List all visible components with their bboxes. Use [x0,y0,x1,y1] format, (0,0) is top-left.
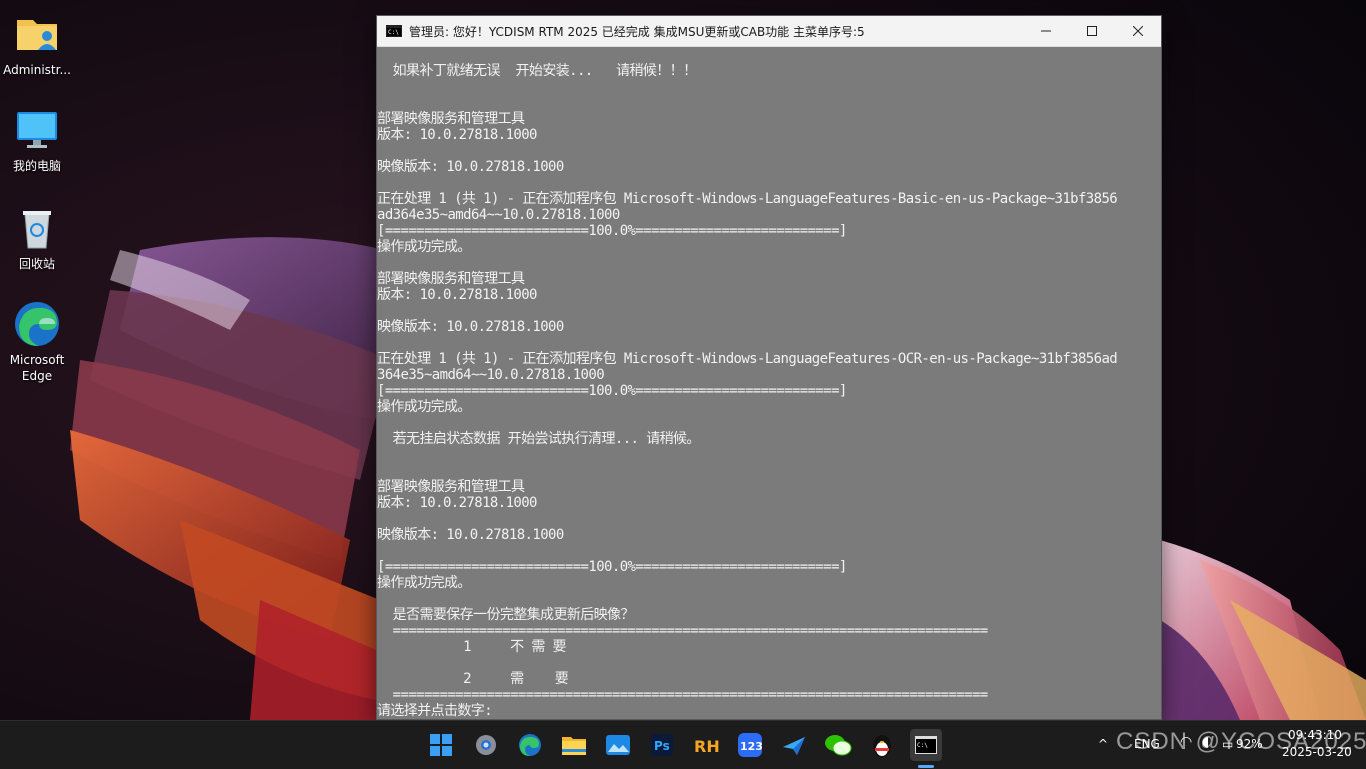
console-window[interactable]: C:\ 管理员: 您好！YCDISM RTM 2025 已经完成 集成MSU更新… [376,15,1162,720]
svg-text:C:\: C:\ [917,742,928,749]
maximize-button[interactable] [1069,16,1115,46]
console-line: 操作成功完成。 [377,399,471,415]
console-line: 版本: 10.0.27818.1000 [377,127,537,143]
console-line: 映像版本: 10.0.27818.1000 [377,527,564,543]
console-line: 2 需 要 [377,671,569,687]
photos-icon [606,735,630,755]
close-icon [1133,26,1143,36]
qq-penguin-icon [873,735,891,757]
console-line: 部署映像服务和管理工具 [377,479,525,495]
edge-icon [15,302,59,346]
computer-icon [17,112,57,148]
taskbar-settings[interactable] [470,729,502,761]
terminal-icon: C:\ [915,736,937,754]
folder-icon [562,737,586,755]
taskbar-console[interactable]: C:\ [910,729,942,761]
console-line: 是否需要保存一份完整集成更新后映像？ [377,607,635,623]
desktop-icon-label-line2: Edge [21,369,53,383]
window-title: 管理员: 您好！YCDISM RTM 2025 已经完成 集成MSU更新或CAB… [409,24,865,39]
console-line: 正在处理 1 (共 1) - 正在添加程序包 Microsoft-Windows… [377,351,1118,367]
console-line: 如果补丁就绪无误 开始安装... 请稍候！！！ [377,63,697,79]
console-line: ========================================… [377,687,989,703]
console-line: ========================================… [377,623,989,639]
svg-text:C:\: C:\ [388,29,399,36]
recycle-bin-icon [23,211,51,249]
console-line: 版本: 10.0.27818.1000 [377,287,537,303]
desktop-icon-label-line1: Microsoft [9,353,65,367]
minimize-button[interactable] [1023,16,1069,46]
cmd-icon: C:\ [386,25,402,37]
taskbar-photos[interactable] [602,729,634,761]
taskbar-123pan[interactable]: 123 [734,729,766,761]
console-line: 操作成功完成。 [377,239,471,255]
console-line: [==========================100.0%=======… [377,383,847,399]
123pan-icon: 123 [738,733,763,757]
desktop-icon-label: Administr... [3,63,71,77]
user-folder-icon [17,20,57,50]
console-line: 版本: 10.0.27818.1000 [377,495,537,511]
taskbar-wechat[interactable] [822,729,854,761]
console-line: 请选择并点击数字: [377,703,493,719]
taskbar-qq[interactable] [866,729,898,761]
console-line: 若无挂启状态数据 开始尝试执行清理... 请稍候。 [377,431,701,447]
console-line: ad364e35~amd64~~10.0.27818.1000 [377,207,620,223]
taskbar-edge[interactable] [514,729,546,761]
console-line: 部署映像服务和管理工具 [377,111,525,127]
rh-icon: RH [694,737,719,756]
desktop-icon-label: 我的电脑 [12,159,61,173]
windows-start-icon [430,734,452,756]
svg-text:RH: RH [694,737,719,756]
desktop-icon-this-pc[interactable]: 我的电脑 [0,106,74,174]
console-line: [==========================100.0%=======… [377,223,847,239]
console-line: 正在处理 1 (共 1) - 正在添加程序包 Microsoft-Windows… [377,191,1118,207]
taskbar-rh[interactable]: RH [690,729,722,761]
taskbar-photoshop[interactable]: Ps [646,729,678,761]
svg-text:123: 123 [740,740,763,753]
close-button[interactable] [1115,16,1161,46]
console-output[interactable]: 如果补丁就绪无误 开始安装... 请稍候！！！ 部署映像服务和管理工具 版本: 10… [377,47,1161,719]
console-titlebar[interactable]: C:\ 管理员: 您好！YCDISM RTM 2025 已经完成 集成MSU更新… [377,16,1161,47]
gear-icon [476,735,496,755]
taskbar-start-button[interactable] [425,729,457,761]
wechat-icon [825,735,852,756]
console-line: 操作成功完成。 [377,575,471,591]
minimize-icon [1041,30,1051,32]
chevron-up-icon[interactable]: ^ [1098,737,1108,751]
console-line: 映像版本: 10.0.27818.1000 [377,319,564,335]
taskbar-file-explorer[interactable] [558,729,590,761]
taskbar-feishu[interactable] [778,729,810,761]
desktop-icon-recycle-bin[interactable]: 回收站 [0,204,74,272]
console-line: 映像版本: 10.0.27818.1000 [377,159,564,175]
desktop-icon-microsoft-edge[interactable]: Microsoft Edge [0,300,74,384]
console-line: 1 不 需 要 [377,639,566,655]
console-line: 364e35~amd64~~10.0.27818.1000 [377,367,605,383]
feishu-icon [783,737,805,755]
photoshop-icon: Ps [651,734,673,756]
svg-text:Ps: Ps [654,739,670,753]
csdn-watermark: CSDN @YCOSA2025 [1116,728,1366,755]
console-line: 部署映像服务和管理工具 [377,271,525,287]
edge-icon [519,734,541,756]
console-line: [==========================100.0%=======… [377,559,847,575]
desktop-icon-label: 回收站 [18,257,55,271]
desktop-icon-administrator[interactable]: Administr... [0,10,74,78]
maximize-icon [1087,26,1097,36]
